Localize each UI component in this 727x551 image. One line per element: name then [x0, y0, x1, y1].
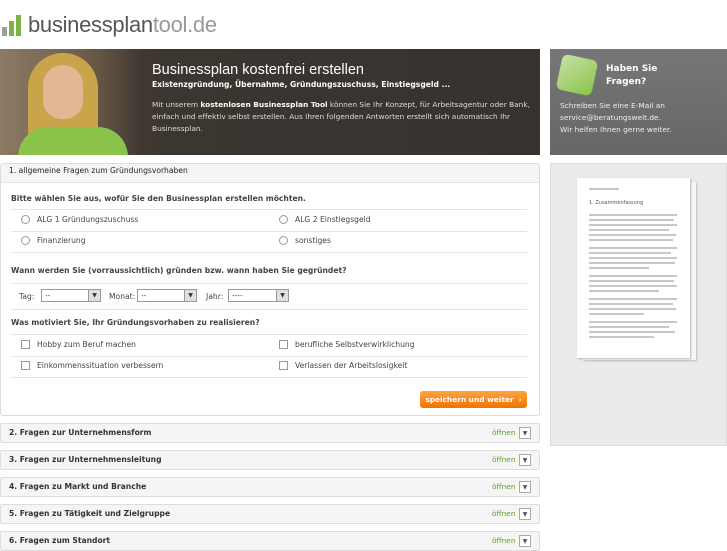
- section-title: 6. Fragen zum Standort: [9, 536, 111, 545]
- day-select[interactable]: -- ▼: [41, 289, 101, 302]
- section-location[interactable]: 6. Fragen zum Standort öffnen ▼: [0, 531, 540, 551]
- help-title: Haben Sie Fragen?: [606, 64, 658, 87]
- checkbox-box[interactable]: [279, 340, 288, 349]
- year-label: Jahr:: [206, 292, 224, 301]
- month-select[interactable]: -- ▼: [137, 289, 197, 302]
- purpose-row-1: ALG 1 Gründungszuschuss ALG 2 Einstiegsg…: [11, 209, 527, 232]
- businessplan-preview: 1. Zusammenfassung: [550, 163, 727, 446]
- radio-alg2[interactable]: ALG 2 Einstiegsgeld: [279, 215, 371, 224]
- question-cube-icon: [555, 53, 599, 97]
- help-box: Haben Sie Fragen? Schreiben Sie eine E-M…: [550, 49, 727, 155]
- radio-financing[interactable]: Finanzierung: [21, 236, 86, 245]
- checkbox-self-realization[interactable]: berufliche Selbstverwirklichung: [279, 340, 415, 349]
- chevron-down-icon: ▼: [276, 290, 288, 301]
- checkbox-hobby[interactable]: Hobby zum Beruf machen: [21, 340, 136, 349]
- open-link[interactable]: öffnen: [492, 455, 516, 464]
- chevron-down-icon[interactable]: ▼: [519, 535, 531, 547]
- open-link[interactable]: öffnen: [492, 428, 516, 437]
- month-label: Monat:: [109, 292, 136, 301]
- hero-subtitle: Existenzgründung, Übernahme, Gründungszu…: [152, 80, 451, 89]
- section-title: 4. Fragen zu Markt und Branche: [9, 482, 147, 491]
- open-link[interactable]: öffnen: [492, 482, 516, 491]
- question-purpose: Bitte wählen Sie aus, wofür Sie den Busi…: [11, 194, 306, 203]
- support-email-link[interactable]: service@beratungswelt.de.: [560, 112, 672, 124]
- hero-title: Businessplan kostenfrei erstellen: [152, 62, 364, 78]
- section-header[interactable]: 1. allgemeine Fragen zum Gründungsvorhab…: [1, 164, 539, 183]
- checkbox-unemployment[interactable]: Verlassen der Arbeitslosigkeit: [279, 361, 407, 370]
- radio-circle[interactable]: [21, 215, 30, 224]
- save-and-continue-button[interactable]: speichern und weiter ›: [420, 391, 527, 408]
- motivation-row-2: Einkommenssituation verbessern Verlassen…: [11, 356, 527, 378]
- radio-circle[interactable]: [279, 236, 288, 245]
- site-logo[interactable]: businessplantool.de: [2, 10, 217, 40]
- chevron-down-icon[interactable]: ▼: [519, 481, 531, 493]
- founding-date-row: Tag: -- ▼ Monat: -- ▼ Jahr: ---- ▼: [11, 283, 527, 310]
- radio-circle[interactable]: [21, 236, 30, 245]
- question-founding-date: Wann werden Sie (vorraussichtlich) gründ…: [11, 266, 347, 275]
- section-title: 5. Fragen zu Tätigkeit und Zielgruppe: [9, 509, 171, 518]
- section-legal-form[interactable]: 2. Fragen zur Unternehmensform öffnen ▼: [0, 423, 540, 443]
- document-preview-image: 1. Zusammenfassung: [577, 178, 690, 358]
- hero-description: Mit unserem kostenlosen Businessplan Too…: [152, 100, 530, 133]
- chevron-down-icon: ▼: [184, 290, 196, 301]
- question-motivation: Was motiviert Sie, Ihr Gründungsvorhaben…: [11, 318, 260, 327]
- logo-text: businessplantool.de: [28, 12, 217, 37]
- section-market[interactable]: 4. Fragen zu Markt und Branche öffnen ▼: [0, 477, 540, 497]
- radio-other[interactable]: sonstiges: [279, 236, 331, 245]
- purpose-row-2: Finanzierung sonstiges: [11, 231, 527, 253]
- chevron-right-icon: ›: [518, 395, 522, 404]
- bar-chart-logo-icon: [2, 14, 22, 36]
- open-link[interactable]: öffnen: [492, 509, 516, 518]
- document-heading: 1. Zusammenfassung: [589, 200, 644, 206]
- checkbox-box[interactable]: [21, 340, 30, 349]
- chevron-down-icon[interactable]: ▼: [519, 508, 531, 520]
- radio-alg1[interactable]: ALG 1 Gründungszuschuss: [21, 215, 138, 224]
- chevron-down-icon[interactable]: ▼: [519, 454, 531, 466]
- help-text: Schreiben Sie eine E-Mail an service@ber…: [560, 101, 672, 134]
- checkbox-income[interactable]: Einkommenssituation verbessern: [21, 361, 163, 370]
- section-activity[interactable]: 5. Fragen zu Tätigkeit und Zielgruppe öf…: [0, 504, 540, 524]
- section-title: 3. Fragen zur Unternehmensleitung: [9, 455, 162, 464]
- motivation-row-1: Hobby zum Beruf machen berufliche Selbst…: [11, 334, 527, 357]
- chevron-down-icon[interactable]: ▼: [519, 427, 531, 439]
- checkbox-box[interactable]: [279, 361, 288, 370]
- section-title: 2. Fragen zur Unternehmensform: [9, 428, 152, 437]
- woman-photo: [0, 49, 140, 155]
- year-select[interactable]: ---- ▼: [228, 289, 289, 302]
- radio-circle[interactable]: [279, 215, 288, 224]
- section-management[interactable]: 3. Fragen zur Unternehmensleitung öffnen…: [0, 450, 540, 470]
- day-label: Tag:: [19, 292, 35, 301]
- chevron-down-icon: ▼: [88, 290, 100, 301]
- checkbox-box[interactable]: [21, 361, 30, 370]
- open-link[interactable]: öffnen: [492, 536, 516, 545]
